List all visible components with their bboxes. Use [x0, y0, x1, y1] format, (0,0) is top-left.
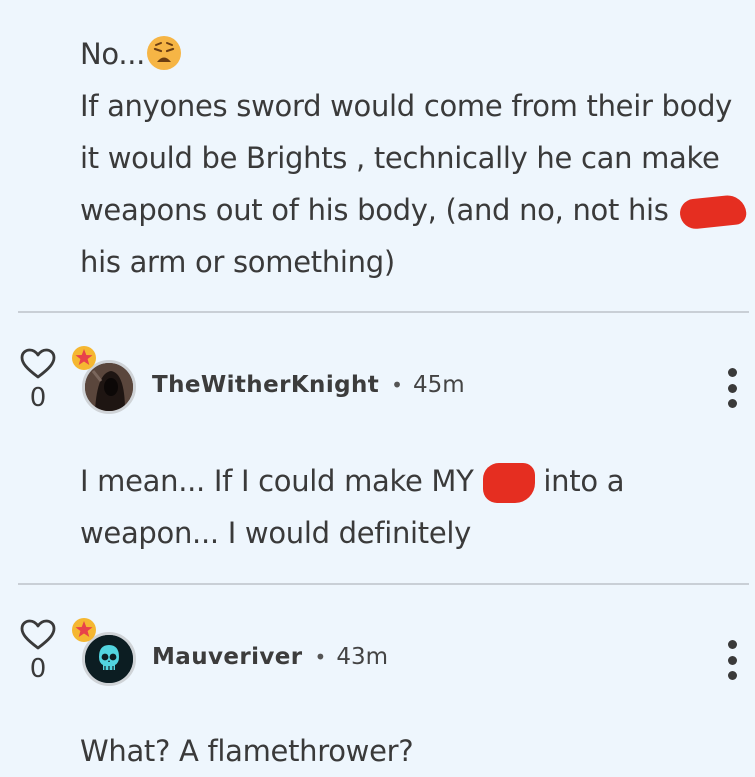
more-options-button[interactable] [722, 368, 742, 408]
heart-icon [20, 348, 56, 379]
dot-icon [727, 640, 737, 649]
user-avatar[interactable] [72, 618, 138, 686]
star-badge-icon [72, 346, 96, 370]
user-avatar[interactable] [72, 346, 138, 414]
heart-icon [20, 619, 56, 650]
comment-line: weapons out of his body, (and no, not hi… [80, 184, 747, 236]
username-link[interactable]: Mauveriver [152, 644, 303, 670]
star-badge-icon [72, 618, 96, 642]
comment-line: What? A flamethrower? [80, 734, 414, 768]
comment-meta: TheWitherKnight • 45m [152, 372, 465, 398]
comment-line: his arm or something) [80, 245, 395, 279]
comment-line: I mean... If I could make MY into a [80, 455, 624, 507]
comment-divider [18, 311, 749, 313]
redaction-scribble [482, 463, 535, 503]
comment-meta: Mauveriver • 43m [152, 644, 388, 670]
comment-body-1: No... If anyones sword would come from t… [80, 28, 747, 288]
like-button[interactable]: 0 [18, 348, 58, 412]
comment-line: weapon... I would definitely [80, 516, 472, 550]
comment-timestamp: 45m [412, 372, 465, 398]
comment-divider [18, 583, 749, 585]
comment-line: it would be Brights , technically he can… [80, 141, 720, 175]
dot-icon [727, 399, 737, 408]
more-options-button[interactable] [722, 640, 742, 680]
comment-body-2: I mean... If I could make MY into a weap… [80, 455, 624, 559]
meta-separator: • [391, 373, 403, 397]
dot-icon [727, 671, 737, 680]
like-button[interactable]: 0 [18, 619, 58, 683]
like-count: 0 [29, 383, 47, 413]
comment-line: No... [80, 28, 746, 80]
dot-icon [727, 383, 737, 393]
username-link[interactable]: TheWitherKnight [152, 372, 379, 398]
comment-timestamp: 43m [336, 644, 389, 670]
comment-body-3: What? A flamethrower? [80, 725, 414, 777]
dot-icon [727, 368, 737, 377]
like-count: 0 [29, 654, 47, 684]
weary-face-emoji-icon [147, 36, 182, 70]
meta-separator: • [314, 645, 327, 669]
redaction-scribble [678, 193, 747, 231]
dot-icon [727, 655, 737, 665]
comment-line: If anyones sword would come from their b… [80, 89, 733, 123]
